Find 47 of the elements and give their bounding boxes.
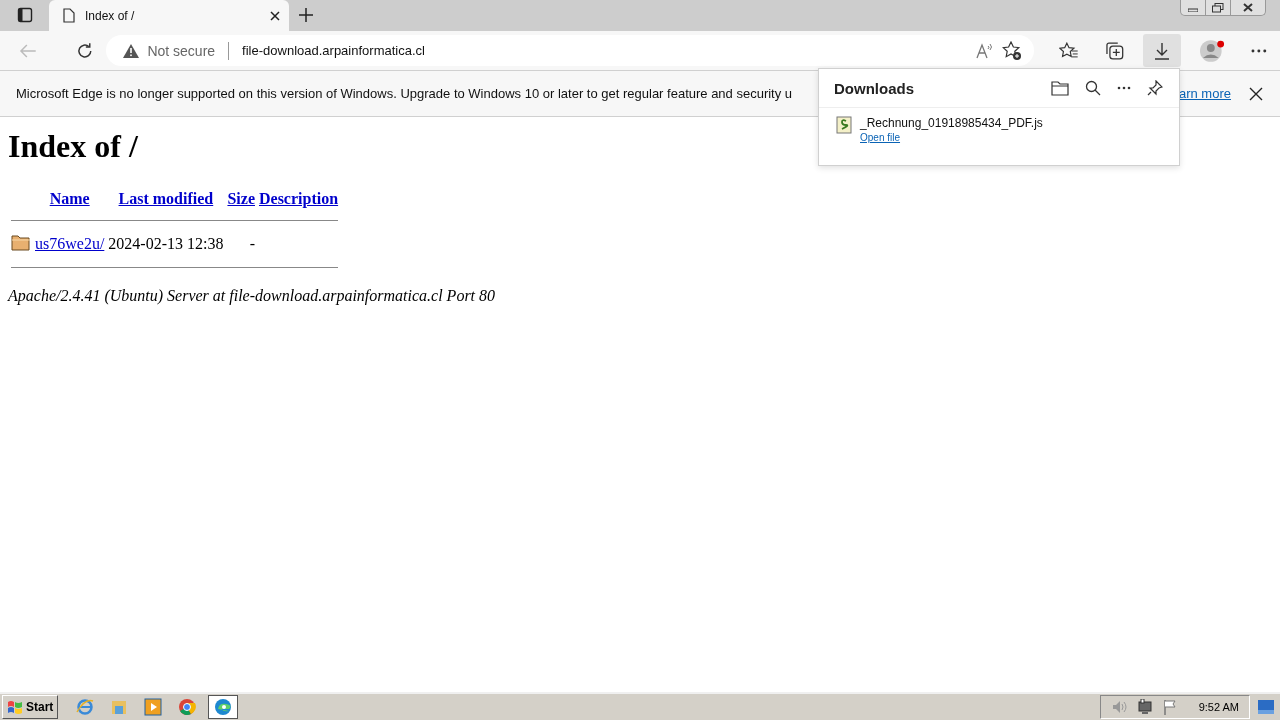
- clock[interactable]: 9:52 AM: [1198, 701, 1239, 713]
- new-tab-icon[interactable]: [299, 8, 313, 22]
- tab-title: Index of /: [85, 8, 136, 23]
- add-favorite-icon[interactable]: [1002, 40, 1023, 61]
- column-header-link[interactable]: Size: [227, 190, 255, 207]
- server-signature: Apache/2.4.41 (Ubuntu) Server at file-download.arpainformatica.cl Port 80: [8, 287, 497, 305]
- folder-link[interactable]: us76we2u/: [35, 235, 105, 252]
- open-file-link[interactable]: Open file: [860, 132, 1043, 143]
- column-header-link[interactable]: Last modified: [118, 190, 214, 207]
- tab-actions-icon[interactable]: [17, 7, 33, 23]
- search-icon[interactable]: [1085, 80, 1101, 96]
- table-cell-text: 2024-02-13 12:38: [107, 234, 225, 254]
- url-text: file-download.arpainformatica.cl: [242, 43, 425, 58]
- download-icon: [1154, 41, 1170, 60]
- profile-avatar-icon[interactable]: [1199, 38, 1226, 63]
- read-aloud-icon[interactable]: [976, 42, 995, 59]
- address-bar[interactable]: Not secure file-download.arpainformatica.cl: [106, 35, 1035, 66]
- table-cell-text: -: [248, 234, 256, 254]
- flag-icon[interactable]: [1162, 699, 1177, 715]
- favorites-icon[interactable]: [1059, 41, 1079, 60]
- folder-icon: [11, 233, 31, 251]
- panel-title: Downloads: [834, 79, 914, 97]
- windows-logo-icon: [7, 700, 23, 714]
- more-icon[interactable]: [1251, 48, 1267, 53]
- close-icon[interactable]: [1249, 86, 1263, 101]
- start-button[interactable]: Start: [2, 695, 59, 719]
- browser-tab[interactable]: Index of /: [49, 0, 289, 31]
- more-icon[interactable]: [1117, 86, 1131, 90]
- close-icon: [1243, 3, 1253, 12]
- column-header-link[interactable]: Description: [259, 190, 339, 207]
- refresh-icon[interactable]: [75, 41, 94, 60]
- download-file-name: _Rechnung_01918985434_PDF.js: [860, 116, 1043, 130]
- page-icon: [63, 8, 75, 23]
- close-icon[interactable]: [270, 10, 280, 21]
- infobar-message: Microsoft Edge is no longer supported on this version of Windows. Upgrade to Windows 10 or later to get regular feature and security u: [16, 86, 793, 101]
- edge-taskbar-icon[interactable]: [208, 695, 239, 719]
- column-header-link[interactable]: Name: [49, 190, 90, 207]
- downloads-button[interactable]: [1143, 34, 1181, 67]
- warning-icon: [123, 43, 140, 58]
- learn-more-link[interactable]: arn more: [1178, 86, 1231, 101]
- folder-icon[interactable]: [1051, 80, 1069, 96]
- script-file-icon: [836, 116, 852, 134]
- pin-icon[interactable]: [1147, 80, 1163, 96]
- collections-icon[interactable]: [1104, 40, 1125, 61]
- network-icon[interactable]: [1136, 699, 1153, 715]
- security-label[interactable]: Not secure: [147, 42, 216, 59]
- page-heading: Index of /: [8, 128, 138, 165]
